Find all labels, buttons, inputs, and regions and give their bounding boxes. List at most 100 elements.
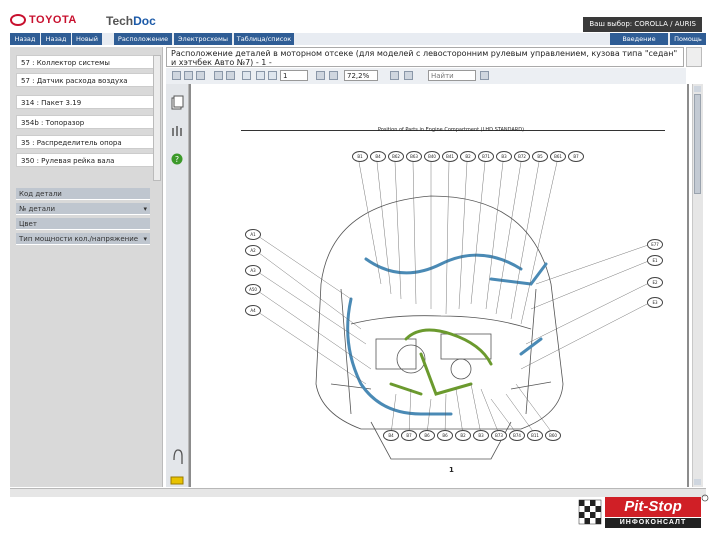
help-button[interactable]: Помощь [670,33,706,45]
logo-text: TOYOTA [29,14,77,26]
list-scrollbar[interactable] [153,55,161,181]
callout-label[interactable]: B2 [460,151,476,162]
vehicle-selection: Ваш выбор: COROLLA / AURIS [583,17,702,32]
page-number-input[interactable]: 1 [280,70,308,81]
print-icon[interactable] [184,71,193,80]
callout-label[interactable]: B41 [442,151,458,162]
callout-label[interactable]: B74 [509,430,525,441]
scroll-down-icon[interactable] [694,479,701,485]
zoom-in-icon[interactable] [329,71,338,80]
scroll-up-icon[interactable] [694,86,701,92]
callout-label[interactable]: B11 [527,430,543,441]
list-item[interactable]: 354b : Топоразор [16,115,154,129]
zoom-out-icon[interactable] [316,71,325,80]
dropdown-arrow-icon: ▾ [143,205,147,213]
last-page-icon[interactable] [268,71,277,80]
previous-page-icon[interactable] [242,71,251,80]
callout-label[interactable]: A4 [245,305,261,316]
property-row[interactable]: Код детали [16,188,150,200]
tab-location[interactable]: Расположение [114,33,172,45]
checkered-flag-icon [578,499,602,525]
zoom-input[interactable]: 72,2% [344,70,378,81]
pdf-page: Position of Parts in Engine Compartment … [191,84,687,488]
callout-label[interactable]: B60 [545,430,561,441]
select-tool-icon[interactable] [214,71,223,80]
callout-label[interactable]: B71 [478,151,494,162]
brand-subtitle: ИНФОКОНСАЛТ [619,519,687,526]
title-scrollbar[interactable] [686,47,702,67]
document-scrollbar[interactable] [692,84,703,487]
email-icon[interactable] [196,71,205,80]
fit-width-icon[interactable] [390,71,399,80]
property-label: Тип мощности кол./напряжение [19,235,139,243]
list-item[interactable]: 314 : Пакет 3.19 [16,95,154,109]
brand-name: Pit-Stop [624,498,682,515]
save-icon[interactable] [172,71,181,80]
callout-label[interactable]: B7 [568,151,584,162]
search-options-icon[interactable] [480,71,489,80]
search-input[interactable]: Найти [428,70,476,81]
property-row[interactable]: № детали ▾ [16,203,150,215]
back-button[interactable]: Назад [10,33,40,45]
callout-label[interactable]: B3 [496,151,512,162]
property-label: № детали [19,205,56,213]
callout-label[interactable]: B3 [473,430,489,441]
property-label: Код детали [19,190,62,198]
hand-tool-icon[interactable] [226,71,235,80]
property-row[interactable]: Цвет [16,218,150,230]
callout-label[interactable]: B72 [514,151,530,162]
pitstop-logo: Pit-Stop ИНФОКОНСАЛТ [577,494,709,532]
callout-label[interactable]: B62 [388,151,404,162]
help-icon[interactable]: ? [171,153,183,165]
callout-label[interactable]: E1 [647,255,663,266]
app-title: TechDoc [106,14,156,28]
pages-icon[interactable] [171,95,184,110]
viewer-sidebar: ? [166,84,189,487]
list-item[interactable]: 57 : Датчик расхода воздуха [16,73,154,87]
list-item[interactable]: 57 : Коллектор системы [16,55,154,69]
callout-label[interactable]: A2 [245,245,261,256]
callout-label[interactable]: E2 [647,277,663,288]
property-row[interactable]: Тип мощности кол./напряжение ▾ [16,233,150,245]
callout-label[interactable]: A3 [245,265,261,276]
brand-row: TOYOTA TechDoc Ваш выбор: COROLLA / AURI… [10,10,710,32]
list-item[interactable]: 350 : Рулевая рейка вала [16,153,154,167]
callout-label[interactable]: B5 [532,151,548,162]
property-label: Цвет [19,220,37,228]
list-item[interactable]: 35 : Распределитель опора [16,135,154,149]
callout-label[interactable]: B4 [370,151,386,162]
document-title: Расположение деталей в моторном отсеке (… [166,47,684,67]
callout-label[interactable]: B40 [424,151,440,162]
callout-label[interactable]: B63 [406,151,422,162]
callout-label[interactable]: B2 [455,430,471,441]
viewer-sidebar-icons: ? [170,95,184,485]
dropdown-arrow-icon: ▾ [143,235,147,243]
callout-label[interactable]: A50 [245,284,261,295]
app-title-suffix: Doc [133,14,156,28]
callout-label[interactable]: E3 [647,297,663,308]
tab-table-list[interactable]: Таблица/список [234,33,294,45]
paperclip-icon[interactable] [173,449,183,464]
comment-icon[interactable] [170,476,184,485]
callout-label[interactable]: B4 [383,430,399,441]
toyota-emblem-icon [10,14,26,26]
tab-wiring-diagrams[interactable]: Электросхемы [174,33,232,45]
callout-label[interactable]: B1 [352,151,368,162]
scroll-thumb[interactable] [694,94,701,194]
callout-label[interactable]: E77 [647,239,663,250]
callout-label[interactable]: B61 [550,151,566,162]
new-button[interactable]: Новый [72,33,102,45]
viewer-toolbar: 1 72,2% Найти [166,68,686,85]
next-page-icon[interactable] [256,71,265,80]
callout-label[interactable]: B73 [491,430,507,441]
callout-label[interactable]: B7 [401,430,417,441]
callout-label[interactable]: B6 [419,430,435,441]
back-button-2[interactable]: Назад [41,33,71,45]
callout-label[interactable]: B6 [437,430,453,441]
callout-label[interactable]: A1 [245,229,261,240]
engine-compartment-diagram [254,161,652,460]
fit-page-icon[interactable] [404,71,413,80]
introduction-button[interactable]: Введение [610,33,668,45]
attachments-icon[interactable] [172,126,182,136]
page-footer-number: 1 [449,466,454,474]
